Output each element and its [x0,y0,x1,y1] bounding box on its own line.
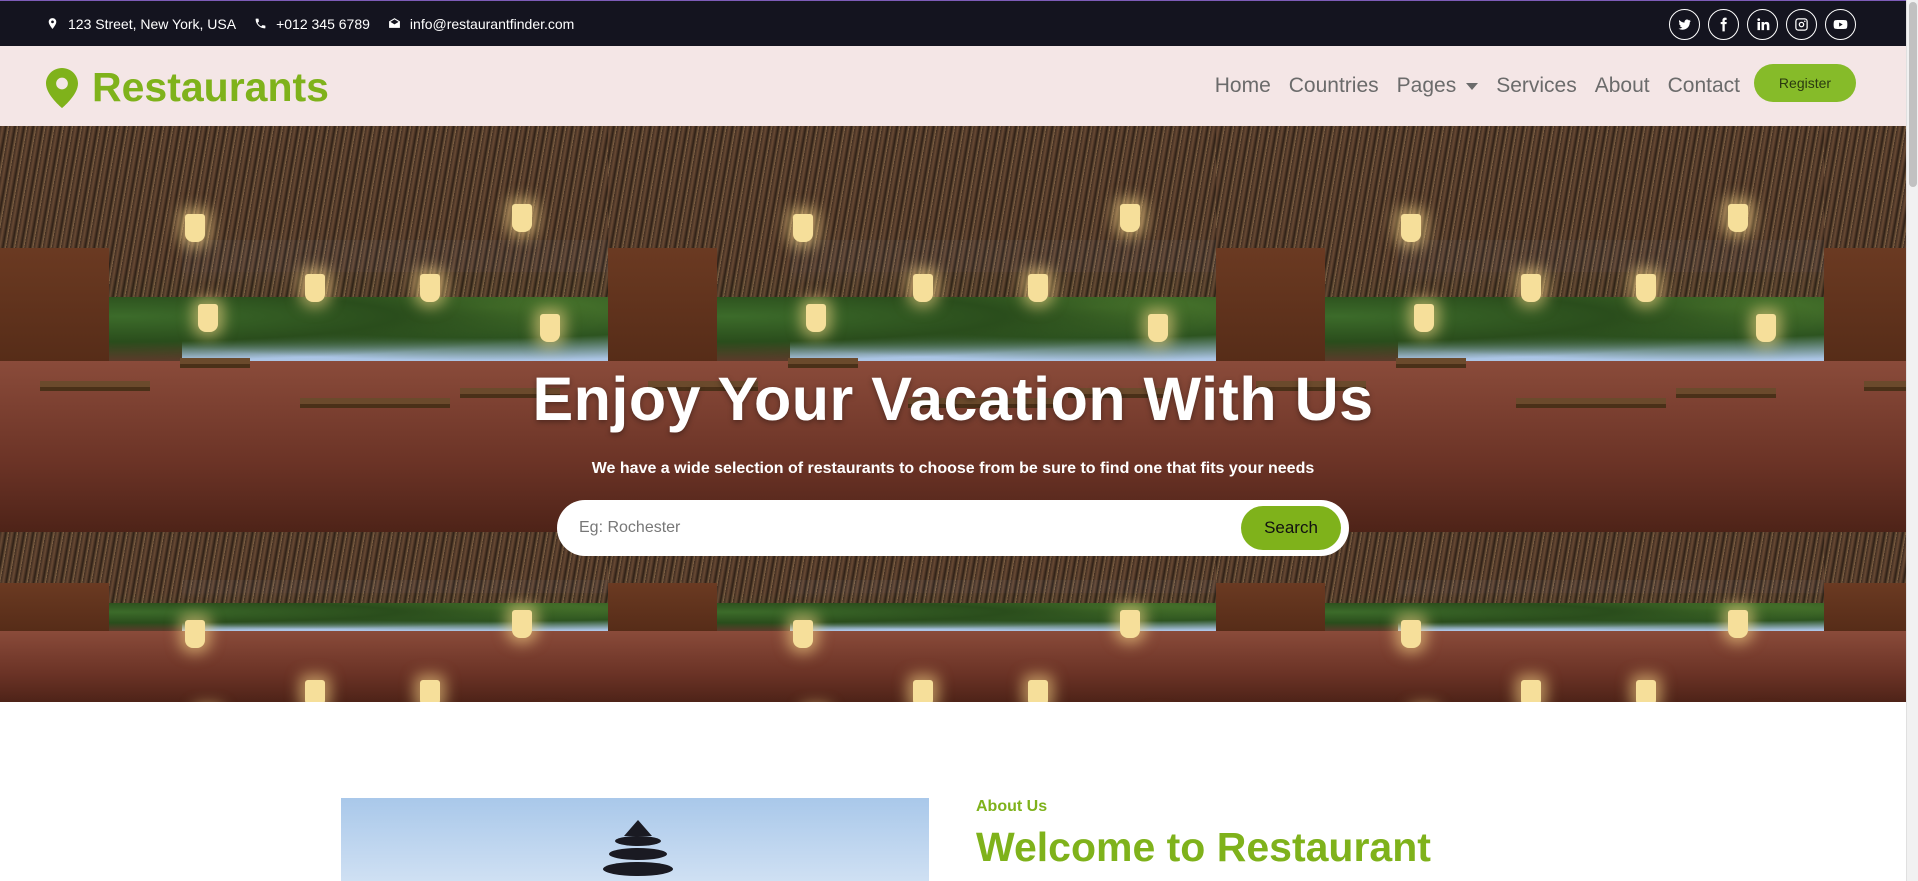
nav-home[interactable]: Home [1215,74,1271,98]
instagram-button[interactable] [1786,9,1817,40]
hero-subtitle: We have a wide selection of restaurants … [591,460,1315,477]
phone-item: +012 345 6789 [254,16,370,32]
facebook-icon [1720,17,1727,32]
scrollbar-thumb[interactable] [1909,2,1917,187]
nav-pages-dropdown[interactable]: Pages [1397,74,1479,98]
youtube-icon [1833,20,1848,29]
lantern [1120,610,1140,638]
nav-menu: Home Countries Pages Services About Cont… [1215,74,1740,98]
hero-section: Enjoy Your Vacation With Us We have a wi… [0,126,1906,702]
social-links [1669,9,1856,40]
pagoda-tier [615,836,661,846]
map-marker-icon [46,67,78,108]
lantern [1521,680,1541,702]
main-navbar: Restaurants Home Countries Pages Service… [0,46,1906,126]
lantern [185,214,205,242]
email-text[interactable]: info@restaurantfinder.com [410,16,574,32]
hero-photo-tile [1824,532,1906,702]
pagoda-tier [609,848,667,860]
lantern [1521,274,1541,302]
lantern [1756,314,1776,342]
lantern [1728,204,1748,232]
lantern [806,304,826,332]
lantern [1401,214,1421,242]
terrace-floor [0,630,608,702]
nav-services[interactable]: Services [1496,74,1577,98]
brand-logo[interactable]: Restaurants [46,64,329,111]
top-info-bar: 123 Street, New York, USA +012 345 6789 … [0,0,1906,46]
phone-icon [255,18,266,29]
lantern [512,610,532,638]
lantern [1414,304,1434,332]
twitter-button[interactable] [1669,9,1700,40]
youtube-button[interactable] [1825,9,1856,40]
nav-contact[interactable]: Contact [1668,74,1740,98]
about-title: Welcome to Restaurant [976,824,1431,870]
hero-photo-tile [608,532,1216,702]
address-text: 123 Street, New York, USA [68,15,237,32]
hero-title: Enjoy Your Vacation With Us [532,365,1374,433]
lantern [305,680,325,702]
contact-info: 123 Street, New York, USA +012 345 6789 … [46,1,574,46]
lantern [512,204,532,232]
pagoda-tier [603,862,673,876]
lantern [185,620,205,648]
lantern [1636,680,1656,702]
search-input[interactable] [579,510,1219,546]
caret-down-icon [1466,82,1479,90]
lantern [1728,610,1748,638]
facebook-button[interactable] [1708,9,1739,40]
register-button[interactable]: Register [1754,64,1856,102]
lantern [1636,274,1656,302]
phone-text: +012 345 6789 [276,15,370,32]
hero-photo-tile [1216,532,1824,702]
lantern [420,274,440,302]
search-button[interactable]: Search [1241,506,1341,550]
lantern [1120,204,1140,232]
lantern [540,314,560,342]
twitter-icon [1678,19,1691,30]
lantern [1028,274,1048,302]
lantern [913,680,933,702]
address-item: 123 Street, New York, USA [46,16,236,32]
about-eyebrow: About Us [976,798,1048,815]
lantern [793,214,813,242]
search-bar: Search [557,500,1349,556]
instagram-icon [1795,18,1808,31]
linkedin-button[interactable] [1747,9,1778,40]
lantern [793,620,813,648]
nav-pages-label: Pages [1396,74,1457,97]
terrace-floor [608,630,1216,702]
lantern [1401,620,1421,648]
lantern [305,274,325,302]
nav-countries[interactable]: Countries [1289,74,1379,98]
email-item: info@restaurantfinder.com [388,16,574,32]
lantern [198,304,218,332]
page-scrollbar[interactable] [1906,0,1918,881]
hero-photo-tile [0,532,608,702]
about-image [341,798,929,881]
lantern [1028,680,1048,702]
brand-name: Restaurants [92,64,329,110]
lantern [1148,314,1168,342]
map-marker-icon [48,18,57,29]
terrace-floor [1216,630,1824,702]
envelope-open-icon [389,18,400,28]
nav-about[interactable]: About [1595,74,1650,98]
lantern [420,680,440,702]
pagoda-silhouette [624,820,652,836]
terrace-floor [1824,630,1906,702]
lantern [913,274,933,302]
linkedin-icon [1757,18,1770,31]
